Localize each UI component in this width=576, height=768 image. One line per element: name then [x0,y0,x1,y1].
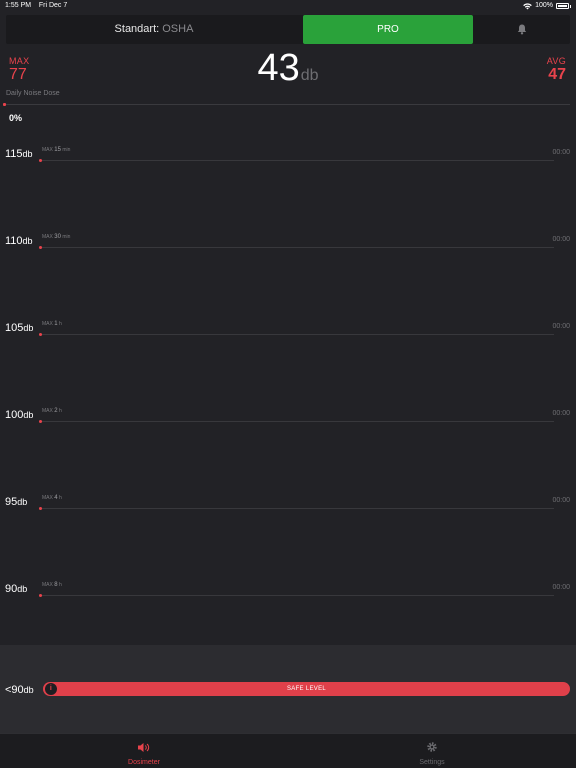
battery-percent: 100% [535,2,553,9]
avg-label: AVG [546,56,566,66]
tab-dosimeter[interactable]: Dosimeter [84,740,204,766]
status-time-date: 1:55 PM Fri Dec 7 [5,0,67,12]
status-date: Fri Dec 7 [38,2,68,9]
level-max-duration: MAX 1 h [42,321,62,327]
status-right: 100% [523,0,571,12]
tab-bar: Dosimeter Settings [0,733,576,768]
wifi-icon [523,2,532,9]
level-time: 00:00 [552,497,570,504]
standard-value: OSHA [162,23,194,35]
battery-icon [556,3,569,9]
bell-icon [517,24,527,35]
status-bar: 1:55 PM Fri Dec 7 100% [0,0,576,12]
tab-dosimeter-label: Dosimeter [128,759,160,766]
current-db-value: 43 [257,47,300,89]
level-label: 105db [5,322,34,334]
tab-settings-label: Settings [419,759,445,766]
level-time: 00:00 [552,149,570,156]
level-label: 100db [5,409,34,421]
safe-level-label: <90db [5,684,34,696]
status-time: 1:55 PM [5,2,32,9]
level-progress-line [42,160,554,161]
safe-level-row: <90db i SAFE LEVEL [0,645,576,733]
level-progress-line [42,508,554,509]
level-progress-line [42,334,554,335]
speaker-icon [138,743,150,752]
level-row-100: 100db MAX 2 h 00:00 [0,350,576,437]
notifications-button[interactable] [474,15,570,44]
level-label: 95db [5,496,28,508]
standard-label: Standart: [114,23,160,35]
level-label: 90db [5,583,28,595]
top-bar: Standart: OSHA PRO [6,15,570,44]
level-label: 110db [5,235,33,247]
level-row-95: 95db MAX 4 h 00:00 [0,437,576,524]
level-label: 115db [5,148,33,160]
level-max-duration: MAX 15 min [42,147,71,153]
safe-level-bar: i SAFE LEVEL [43,682,570,696]
tab-settings[interactable]: Settings [372,740,492,766]
avg-value: 47 [548,66,566,83]
pro-button[interactable]: PRO [303,15,473,44]
level-time: 00:00 [552,410,570,417]
level-progress-line [42,421,554,422]
level-max-duration: MAX 8 h [42,582,62,588]
level-row-90: 90db MAX 8 h 00:00 [0,524,576,611]
level-max-duration: MAX 4 h [42,495,62,501]
level-max-duration: MAX 2 h [42,408,62,414]
level-progress-line [42,595,554,596]
info-icon[interactable]: i [45,683,57,695]
level-max-duration: MAX 30 min [42,234,71,240]
level-time: 00:00 [552,236,570,243]
standard-selector[interactable]: Standart: OSHA [6,15,302,44]
avg-reading: AVG 47 [547,56,566,84]
level-time: 00:00 [552,323,570,330]
gear-icon [427,742,437,752]
current-db-reading: 43db [0,47,576,90]
level-row-105: 105db MAX 1 h 00:00 [0,263,576,350]
level-row-110: 110db MAX 30 min 00:00 [0,176,576,263]
current-db-unit: db [300,67,319,84]
level-row-115: 115db MAX 15 min 00:00 [0,89,576,176]
level-progress-line [42,247,554,248]
level-time: 00:00 [552,584,570,591]
safe-level-text: SAFE LEVEL [286,686,327,692]
